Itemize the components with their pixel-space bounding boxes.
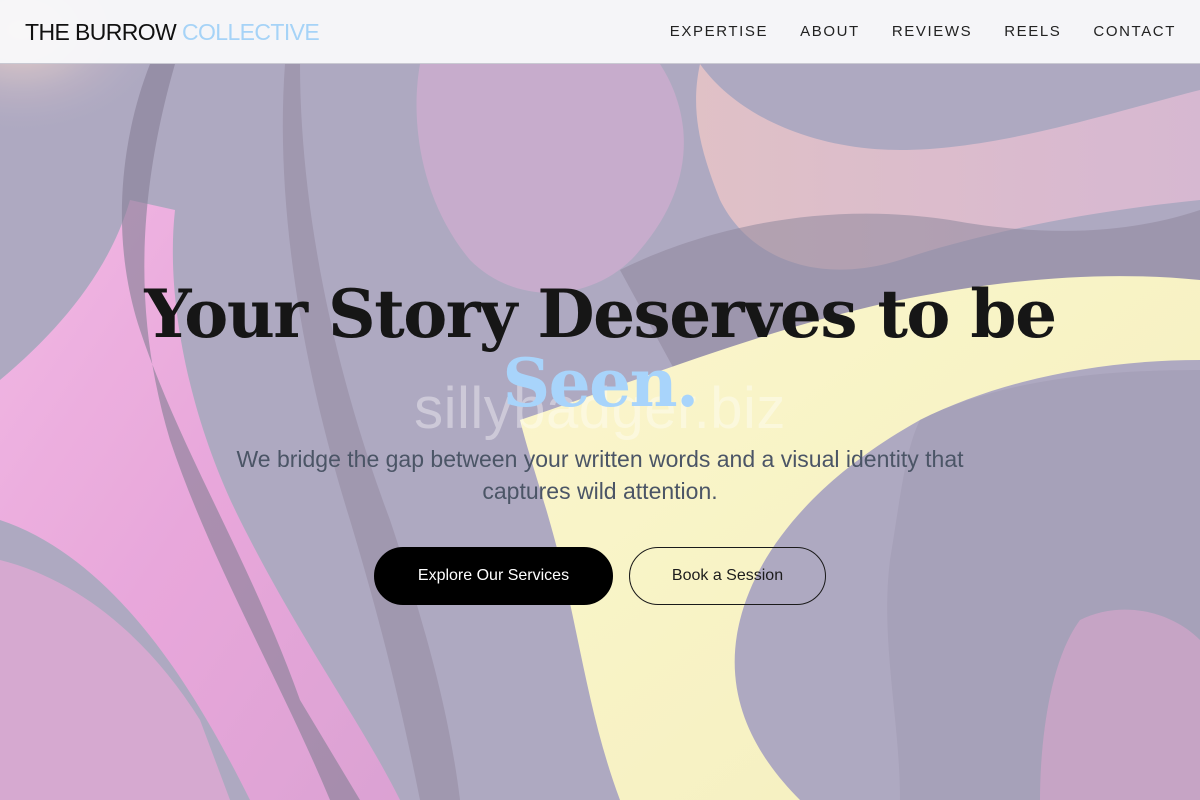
brand-logo[interactable]: THE BURROW COLLECTIVE (25, 18, 320, 46)
book-session-button[interactable]: Book a Session (629, 547, 826, 605)
hero-subtext: We bridge the gap between your written w… (236, 446, 964, 504)
explore-services-button[interactable]: Explore Our Services (374, 547, 613, 605)
nav-link-expertise[interactable]: EXPERTISE (670, 23, 768, 40)
nav-link-about[interactable]: ABOUT (800, 23, 860, 40)
hero-headline-accent: Seen. (502, 344, 699, 422)
nav-list: EXPERTISE ABOUT REVIEWS REELS CONTACT (670, 22, 1176, 42)
nav-link-reviews[interactable]: REVIEWS (892, 23, 972, 40)
hero-section: sillybadger.biz Your Story Deserves to b… (0, 0, 1200, 800)
brand-name-accent: COLLECTIVE (181, 19, 320, 45)
hero-headline: Your Story Deserves to be (144, 275, 1057, 353)
nav-link-contact[interactable]: CONTACT (1093, 23, 1176, 40)
brand-name-main: THE BURROW (25, 19, 177, 45)
nav-link-reels[interactable]: REELS (1004, 23, 1061, 40)
site-header: THE BURROW COLLECTIVE EXPERTISE ABOUT RE… (0, 0, 1200, 64)
